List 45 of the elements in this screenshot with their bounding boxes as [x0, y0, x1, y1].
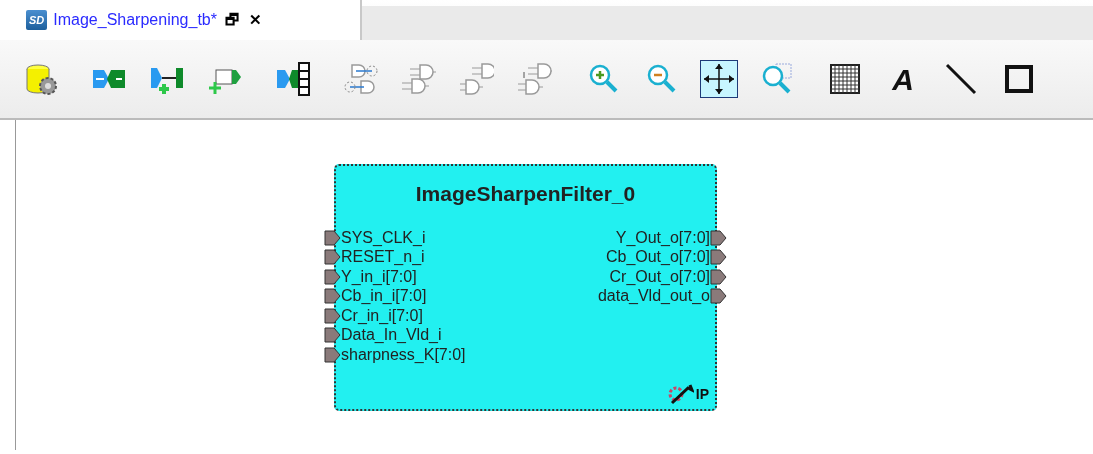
block-title: ImageSharpenFilter_0 [414, 181, 637, 207]
port-pin-icon[interactable] [324, 346, 341, 363]
port-label: Cb_in_i[7:0] [341, 288, 427, 305]
restore-button[interactable]: 🗗 [222, 8, 241, 32]
logic-gates-icon [518, 62, 552, 96]
port-pin-icon[interactable] [324, 229, 341, 246]
app-logo-icon: SD [26, 9, 48, 31]
port-pin-icon[interactable] [710, 268, 727, 285]
swap-gates-icon [344, 62, 378, 96]
bus-connector-icon [276, 62, 310, 96]
port-label: Cb_Out_o[7:0] [605, 249, 710, 266]
port-label: data_Vld_out_o [597, 288, 710, 305]
port-pin-icon[interactable] [710, 288, 727, 305]
grid-icon [828, 62, 862, 96]
tab-title: Image_Sharpening_tb* [53, 10, 217, 30]
close-button[interactable]: ✕ [246, 8, 264, 32]
port-pin-icon[interactable] [710, 229, 727, 246]
fit-view-icon [702, 62, 736, 96]
rectangle-tool-icon [1002, 62, 1036, 96]
database-gear-icon [24, 62, 58, 96]
port-pin-icon[interactable] [324, 307, 341, 324]
port-pin-icon[interactable] [324, 288, 341, 305]
port-label: sharpness_K[7:0] [341, 346, 466, 363]
port-pin-icon[interactable] [324, 249, 341, 266]
zoom-area-icon [760, 62, 794, 96]
port-pin-icon[interactable] [324, 327, 341, 344]
port-label: Cr_in_i[7:0] [341, 307, 423, 324]
port-label: Cr_Out_o[7:0] [609, 268, 710, 285]
port-pin-icon[interactable] [710, 249, 727, 266]
port-label: RESET_n_i [341, 249, 425, 266]
port-label: Y_in_i[7:0] [341, 268, 417, 285]
logic-gates-icon [402, 62, 436, 96]
wrench-gear-icon [667, 383, 694, 405]
toolbar-button[interactable] [700, 60, 738, 98]
line-tool-icon [944, 62, 978, 96]
port-label: SYS_CLK_i [341, 229, 426, 246]
text-tool-button[interactable]: A [884, 60, 922, 98]
ip-label: IP [695, 384, 709, 404]
document-tab[interactable]: SD Image_Sharpening_tb* 🗗 ✕ [0, 0, 362, 40]
port-pin-icon[interactable] [324, 268, 341, 285]
logic-gates-icon [460, 62, 494, 96]
port-label: Data_In_Vld_i [341, 327, 442, 344]
ip-block-background[interactable] [334, 164, 717, 411]
port-label: Y_Out_o[7:0] [615, 229, 710, 246]
toolbar-button[interactable] [274, 60, 312, 98]
